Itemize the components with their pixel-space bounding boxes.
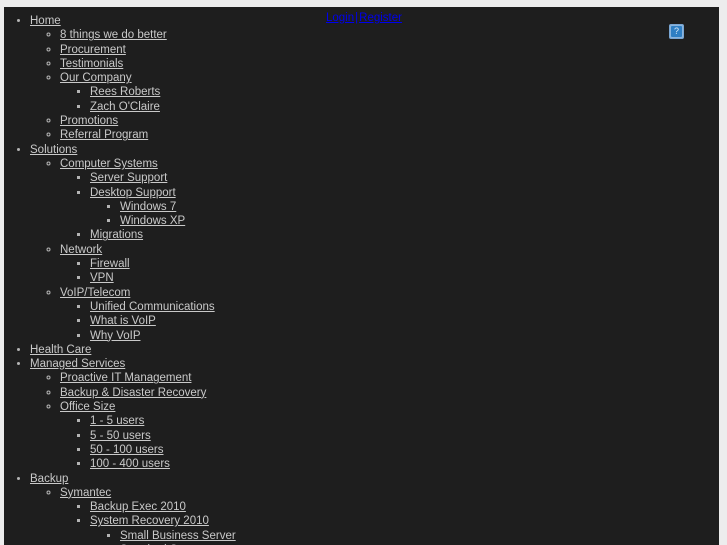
nav-item-server-support: Server Support [90,171,719,185]
nav-item-backup-disaster-recovery: Backup & Disaster Recovery [60,386,719,400]
nav-link-100-400-users[interactable]: 100 - 400 users [90,458,170,470]
nav-item-network: Network Firewall VPN [60,243,719,286]
nav-link-solutions[interactable]: Solutions [30,144,77,156]
nav-item-procurement: Procurement [60,43,719,57]
nav-link-our-company[interactable]: Our Company [60,72,132,84]
nav-link-what-is-voip[interactable]: What is VoIP [90,315,156,327]
nav-item-proactive-it-management: Proactive IT Management [60,371,719,385]
nav-item-backup: BackupSymantecBackup Exec 2010System Rec… [30,472,719,545]
page-canvas: Login|Register ? Home8 things we do bett… [4,7,719,545]
nav-list-level-1: Home 8 things we do better Procurement Test… [4,14,719,545]
nav-link-unified-communications[interactable]: Unified Communications [90,301,215,313]
nav-link-health-care[interactable]: Health Care [30,344,91,356]
nav-link-voip-telecom[interactable]: VoIP/Telecom [60,287,130,299]
nav-link-managed-services[interactable]: Managed Services [30,358,125,370]
nav-item-vpn: VPN [90,271,719,285]
main-navigation: Home 8 things we do better Procurement Test… [4,14,719,545]
nav-item-migrations: Migrations [90,228,719,242]
nav-list-level-3: Firewall VPN [60,257,719,286]
nav-link-system-recovery-2010[interactable]: System Recovery 2010 [90,515,209,527]
nav-link-windows-7[interactable]: Windows 7 [120,201,176,213]
nav-item-solutions: Solutions Computer Systems Server Support D… [30,143,719,343]
nav-item-our-company: Our Company Rees Roberts Zach O'Claire [60,71,719,114]
nav-list-level-3: Rees Roberts Zach O'Claire [60,85,719,114]
nav-link-migrations[interactable]: Migrations [90,229,143,241]
nav-link-small-business-server[interactable]: Small Business Server [120,530,236,542]
nav-link-office-size[interactable]: Office Size [60,401,115,413]
nav-item-testimonials: Testimonials [60,57,719,71]
nav-link-vpn[interactable]: VPN [90,272,114,284]
nav-list-level-4: Windows 7 Windows XP [90,200,719,229]
nav-list-level-2: SymantecBackup Exec 2010System Recovery … [30,486,719,545]
nav-link-home[interactable]: Home [30,15,61,27]
nav-list-level-2: Computer Systems Server Support Desktop Su… [30,157,719,343]
nav-link-desktop-support[interactable]: Desktop Support [90,187,176,199]
nav-link-why-voip[interactable]: Why VoIP [90,330,141,342]
nav-link-5-50-users[interactable]: 5 - 50 users [90,430,151,442]
nav-link-symantec[interactable]: Symantec [60,487,111,499]
nav-link-testimonials[interactable]: Testimonials [60,58,123,70]
nav-item-health-care: Health Care [30,343,719,357]
nav-item-what-is-voip: What is VoIP [90,314,719,328]
nav-item-windows-7: Windows 7 [120,200,719,214]
nav-link-procurement[interactable]: Procurement [60,44,126,56]
nav-item-voip-telecom: VoIP/Telecom Unified Communications What i… [60,286,719,343]
nav-item-rees-roberts: Rees Roberts [90,85,719,99]
nav-item-backup-exec-2010: Backup Exec 2010 [90,500,719,514]
nav-link-proactive-it-management[interactable]: Proactive IT Management [60,372,191,384]
nav-item-zach-o-claire: Zach O'Claire [90,100,719,114]
nav-item-promotions: Promotions [60,114,719,128]
nav-item-computer-systems: Computer Systems Server Support Desktop Su… [60,157,719,243]
nav-item-system-recovery-2010: System Recovery 2010 Small Business Serve… [90,514,719,545]
nav-link-1-5-users[interactable]: 1 - 5 users [90,415,144,427]
nav-item-why-voip: Why VoIP [90,329,719,343]
nav-link-referral-program[interactable]: Referral Program [60,129,148,141]
nav-list-level-3: 1 - 5 users 5 - 50 users 50 - 100 users 100… [60,414,719,471]
nav-item-1-5-users: 1 - 5 users [90,414,719,428]
nav-link-zach-o-claire[interactable]: Zach O'Claire [90,101,160,113]
nav-list-level-3: Unified Communications What is VoIP Why Vo… [60,300,719,343]
nav-item-50-100-users: 50 - 100 users [90,443,719,457]
nav-link-firewall[interactable]: Firewall [90,258,130,270]
nav-item-managed-services: Managed Services Proactive IT Management B… [30,357,719,471]
nav-list-level-4: Small Business ServerStandard Server [90,529,719,545]
nav-item-referral-program: Referral Program [60,128,719,142]
nav-item-firewall: Firewall [90,257,719,271]
nav-link-computer-systems[interactable]: Computer Systems [60,158,158,170]
nav-item-windows-xp: Windows XP [120,214,719,228]
nav-link-backup-exec-2010[interactable]: Backup Exec 2010 [90,501,186,513]
nav-item-home: Home 8 things we do better Procurement Test… [30,14,719,143]
nav-link-50-100-users[interactable]: 50 - 100 users [90,444,164,456]
nav-link-server-support[interactable]: Server Support [90,172,167,184]
nav-link-promotions[interactable]: Promotions [60,115,118,127]
nav-link-backup-disaster-recovery[interactable]: Backup & Disaster Recovery [60,387,206,399]
nav-link-network[interactable]: Network [60,244,102,256]
nav-item-office-size: Office Size 1 - 5 users 5 - 50 users 50 - 1… [60,400,719,471]
nav-list-level-2: 8 things we do better Procurement Testimon… [30,28,719,142]
nav-link-windows-xp[interactable]: Windows XP [120,215,185,227]
browser-viewport: Login|Register ? Home8 things we do bett… [0,0,727,545]
nav-list-level-3: Backup Exec 2010 System Recovery 2010 Smal… [60,500,719,545]
nav-item-8-things-we-do-better: 8 things we do better [60,28,719,42]
nav-item-symantec: SymantecBackup Exec 2010System Recovery … [60,486,719,545]
nav-item-small-business-server: Small Business Server [120,529,719,543]
nav-item-100-400-users: 100 - 400 users [90,457,719,471]
nav-item-unified-communications: Unified Communications [90,300,719,314]
nav-link-backup[interactable]: Backup [30,473,68,485]
nav-list-level-3: Server SupportDesktop SupportWindows 7Wi… [60,171,719,242]
nav-link-8-things-we-do-better[interactable]: 8 things we do better [60,29,167,41]
nav-item-desktop-support: Desktop Support Windows 7 Windows XP [90,186,719,229]
nav-list-level-2: Proactive IT Management Backup & Disaster… [30,371,719,471]
nav-link-rees-roberts[interactable]: Rees Roberts [90,86,160,98]
nav-item-5-50-users: 5 - 50 users [90,429,719,443]
